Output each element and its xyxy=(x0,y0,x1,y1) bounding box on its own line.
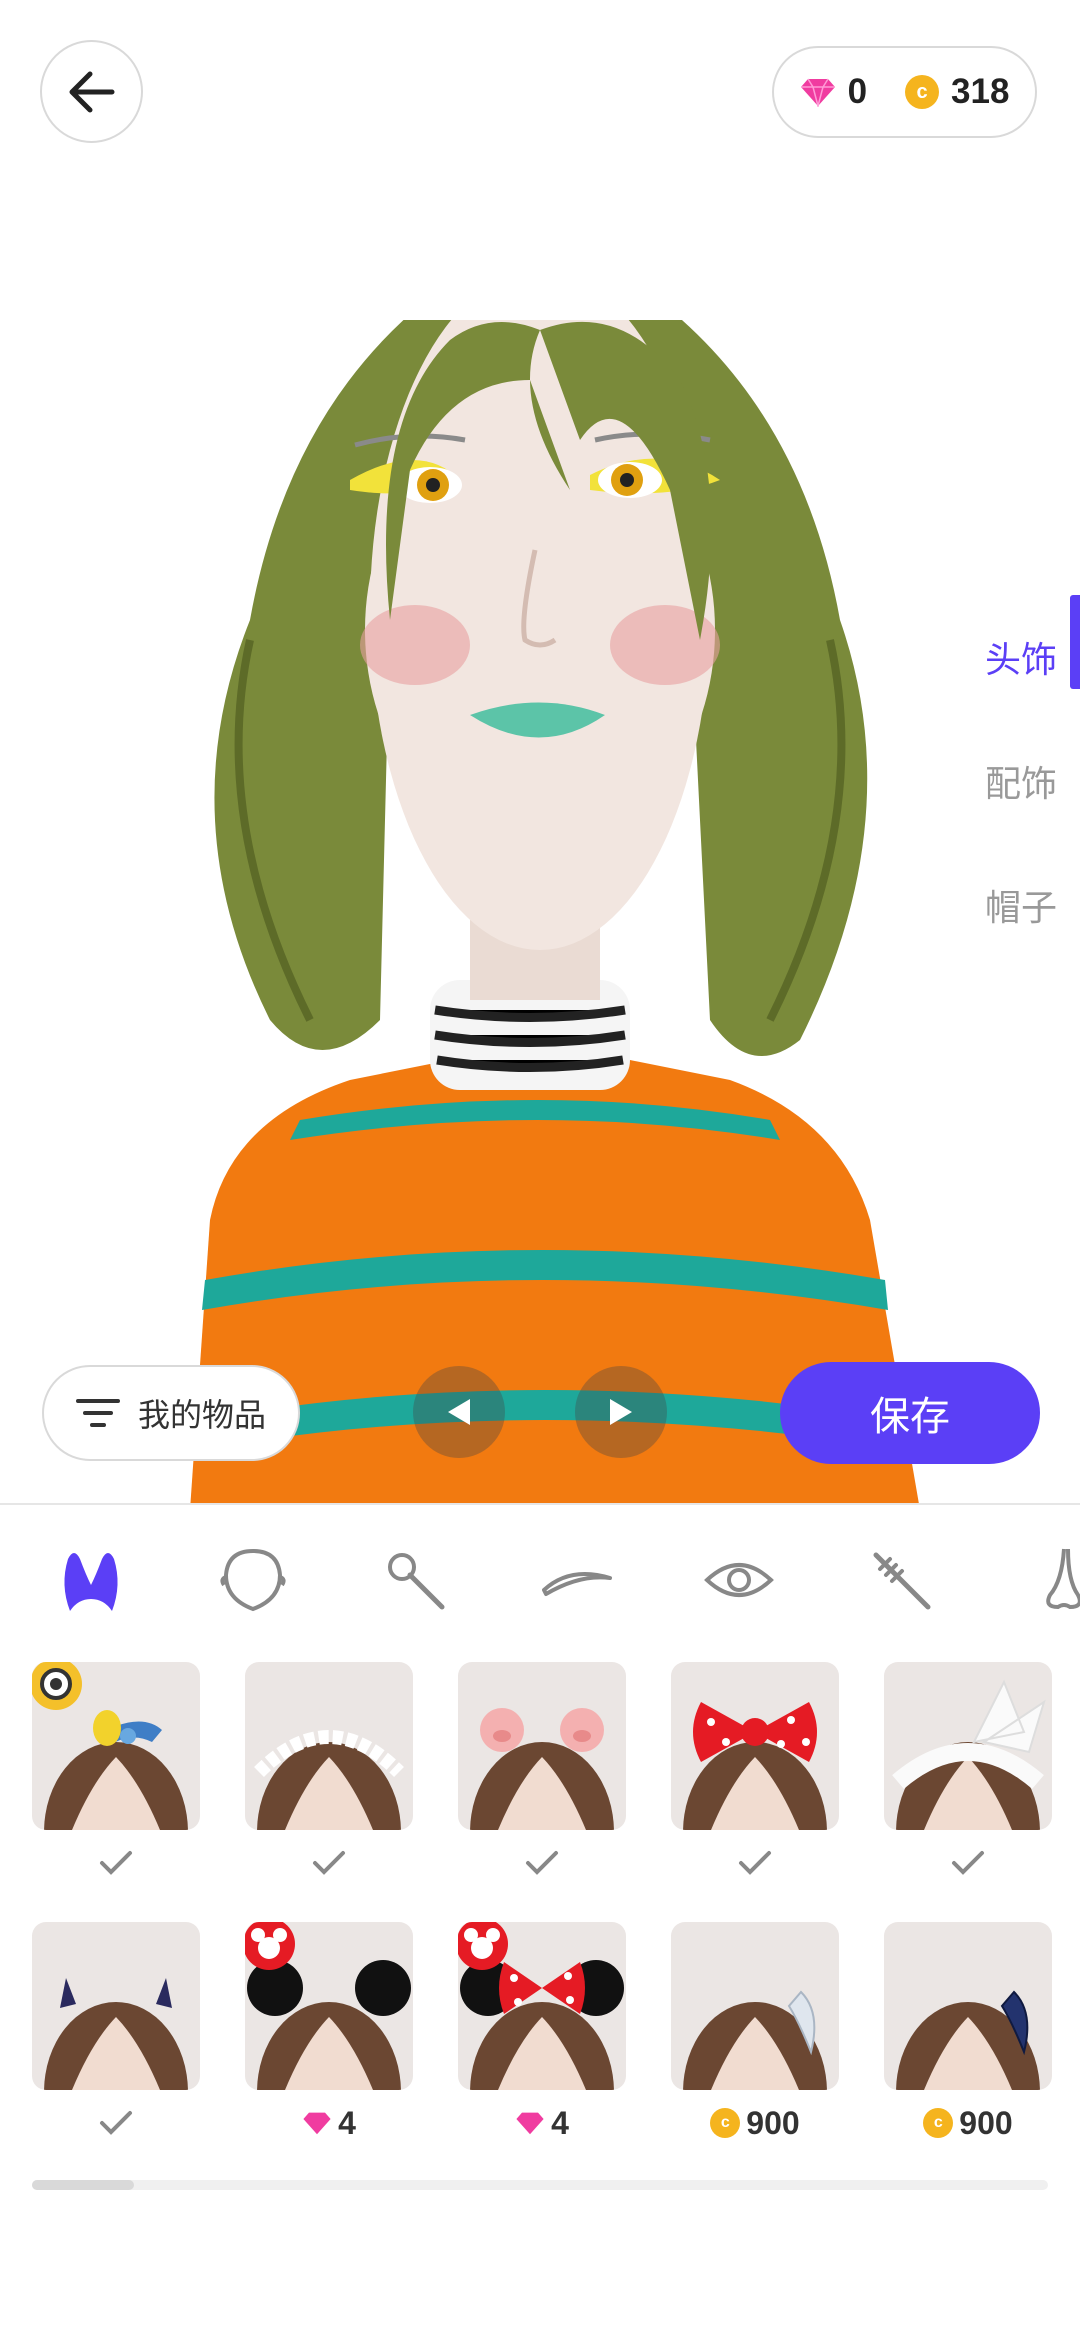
coin-price: c 900 xyxy=(671,2100,839,2146)
checkmark-icon xyxy=(952,1851,984,1875)
save-button[interactable]: 保存 xyxy=(780,1362,1040,1464)
price-value: 900 xyxy=(746,2104,800,2141)
pink-diamond-icon xyxy=(516,2112,544,2135)
item-thumbnail xyxy=(884,1922,1052,2090)
coin-count: 318 xyxy=(951,72,1010,111)
item-card[interactable] xyxy=(245,1662,413,1886)
gem-price: 4 xyxy=(245,2100,413,2146)
item-thumbnail xyxy=(884,1662,1052,1830)
gem-price: 4 xyxy=(458,2100,626,2146)
face-shape-icon xyxy=(220,1548,286,1612)
item-card[interactable]: 4 xyxy=(458,1922,626,2146)
item-card[interactable] xyxy=(32,1922,200,2146)
owned-status xyxy=(458,1840,626,1886)
item-thumbnail xyxy=(32,1922,200,2090)
mascara-wand-icon xyxy=(873,1552,931,1610)
item-thumbnail xyxy=(245,1662,413,1830)
checkmark-icon xyxy=(313,1851,345,1875)
item-card[interactable]: c 900 xyxy=(671,1922,839,2146)
item-thumbnail xyxy=(245,1922,413,2090)
back-button[interactable] xyxy=(40,40,143,143)
category-tabs xyxy=(0,1525,1080,1635)
price-value: 900 xyxy=(959,2104,1013,2141)
item-card[interactable] xyxy=(884,1662,1052,1886)
avatar-preview[interactable] xyxy=(150,320,930,1510)
tab-lashes[interactable] xyxy=(846,1525,956,1635)
gem-count: 0 xyxy=(847,72,868,111)
tab-nose[interactable] xyxy=(1008,1525,1080,1635)
gold-coin-icon: c xyxy=(710,2108,741,2138)
subcategory-menu: 头饰 配饰 帽子 xyxy=(950,595,1080,967)
my-items-button[interactable]: 我的物品 xyxy=(42,1365,300,1461)
tab-eyes[interactable] xyxy=(684,1525,794,1635)
play-right-icon xyxy=(610,1399,632,1425)
play-left-icon xyxy=(448,1399,470,1425)
avatar-editor-screen: 0 c 318 头饰 配饰 帽子 我的物品 保存 4 4 c 900 c 900 xyxy=(0,0,1080,2340)
next-button[interactable] xyxy=(575,1366,667,1458)
item-card[interactable] xyxy=(671,1662,839,1886)
pink-diamond-icon xyxy=(800,78,835,107)
gold-coin-icon: c xyxy=(923,2108,954,2138)
bunny-ears-icon xyxy=(64,1553,118,1611)
makeup-brush-icon xyxy=(388,1553,445,1610)
eyebrow-icon xyxy=(542,1572,612,1596)
previous-button[interactable] xyxy=(413,1366,505,1458)
my-items-label: 我的物品 xyxy=(137,1396,266,1434)
filter-icon xyxy=(75,1399,120,1427)
price-value: 4 xyxy=(338,2104,356,2141)
item-thumbnail xyxy=(671,1662,839,1830)
horizontal-scrollbar-thumb[interactable] xyxy=(32,2180,134,2190)
subcategory-hats[interactable]: 帽子 xyxy=(950,843,1080,967)
checkmark-icon xyxy=(526,1851,558,1875)
item-thumbnail xyxy=(32,1662,200,1830)
owned-status xyxy=(884,1840,1052,1886)
currency-balance[interactable]: 0 c 318 xyxy=(772,46,1037,138)
subcategory-accessories[interactable]: 配饰 xyxy=(950,719,1080,843)
price-value: 4 xyxy=(551,2104,569,2141)
nose-icon xyxy=(1046,1548,1080,1610)
horizontal-scrollbar-track[interactable] xyxy=(32,2180,1048,2190)
coin-price: c 900 xyxy=(884,2100,1052,2146)
arrow-left-icon xyxy=(69,71,114,112)
item-card[interactable]: c 900 xyxy=(884,1922,1052,2146)
subcategory-headwear[interactable]: 头饰 xyxy=(950,595,1080,719)
owned-status xyxy=(245,1840,413,1886)
tab-headwear[interactable] xyxy=(36,1525,146,1635)
item-card[interactable]: 4 xyxy=(245,1922,413,2146)
checkmark-icon xyxy=(739,1851,771,1875)
item-thumbnail xyxy=(671,1922,839,2090)
tab-face[interactable] xyxy=(198,1525,308,1635)
owned-status xyxy=(32,2100,200,2146)
item-card[interactable] xyxy=(458,1662,626,1886)
checkmark-icon xyxy=(100,2111,132,2135)
owned-status xyxy=(671,1840,839,1886)
gold-coin-icon: c xyxy=(905,75,940,109)
item-card[interactable] xyxy=(32,1662,200,1886)
pink-diamond-icon xyxy=(303,2112,331,2135)
tab-makeup[interactable] xyxy=(360,1525,470,1635)
eye-icon xyxy=(704,1563,774,1597)
owned-status xyxy=(32,1840,200,1886)
checkmark-icon xyxy=(100,1851,132,1875)
item-thumbnail xyxy=(458,1662,626,1830)
tab-eyebrows[interactable] xyxy=(522,1525,632,1635)
item-thumbnail xyxy=(458,1922,626,2090)
